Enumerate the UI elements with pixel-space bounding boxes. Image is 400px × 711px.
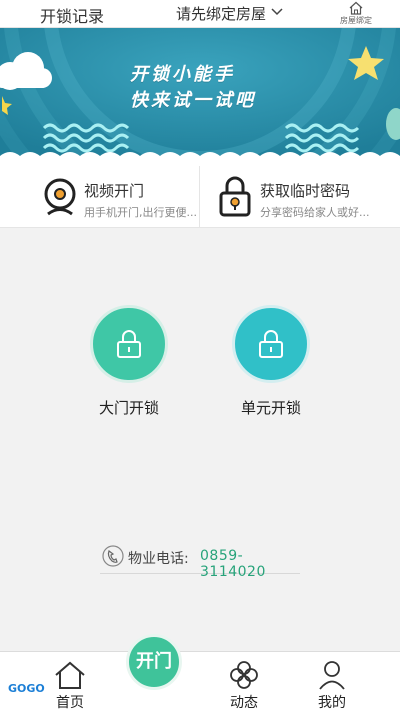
house-icon [349,1,363,15]
property-phone-label: 物业电话: [128,551,189,567]
video-door-subtitle: 用手机开门,出行更便... [84,206,197,219]
chevron-down-icon[interactable] [270,4,284,23]
temp-password-title: 获取临时密码 [260,182,351,200]
lock-icon [259,330,283,358]
main-gate-label: 大门开锁 [98,399,159,417]
nav-mine[interactable]: 我的 [302,652,362,711]
temp-password-subtitle: 分享密码给家人或好... [260,206,370,219]
watermark-logo: GOGO [6,682,47,695]
clover-icon [229,660,259,694]
unit-door-unlock[interactable]: 单元开锁 [231,305,311,418]
unit-door-unlock-button[interactable] [232,305,310,383]
video-door-button[interactable]: 视频开门 用手机开门,出行更便... [0,166,200,228]
banner-subtitle: 快来试一试吧 [130,90,256,111]
nav-dynamic-label: 动态 [230,695,258,711]
nav-dynamic[interactable]: 动态 [214,652,274,711]
video-door-title: 视频开门 [84,182,145,200]
lock-icon [117,330,141,358]
feature-row: 视频开门 用手机开门,出行更便... 获取临时密码 分享密码给家人或好... [0,166,400,228]
bind-house-selector[interactable]: 请先绑定房屋 [176,3,266,24]
camera-icon [42,177,78,221]
phone-icon [102,545,124,571]
property-phone-number[interactable]: 0859-3114020 [200,548,300,580]
main-gate-unlock-button[interactable] [90,305,168,383]
nav-home[interactable]: 首页 [40,652,100,711]
unit-door-label: 单元开锁 [240,399,301,417]
banner-title: 开锁小能手 [130,64,235,85]
house-bind-label: 房屋绑定 [340,16,372,25]
main-gate-unlock[interactable]: 大门开锁 [89,305,169,418]
temp-password-button[interactable]: 获取临时密码 分享密码给家人或好... [200,166,400,228]
padlock-icon [218,175,252,221]
bottom-nav: 首页 开门 动态 我的 [0,634,400,711]
nav-mine-label: 我的 [318,695,346,711]
nav-open-door[interactable]: 开门 [126,634,186,694]
unlock-records-link[interactable]: 开锁记录 [40,3,104,27]
nav-home-label: 首页 [56,695,84,711]
open-door-button[interactable]: 开门 [126,634,182,690]
top-bar: 开锁记录 请先绑定房屋 房屋绑定 [0,0,400,28]
promo-banner[interactable]: 开锁小能手 快来试一试吧 [0,28,400,166]
user-icon [318,660,346,694]
property-phone[interactable]: 物业电话: 0859-3114020 [100,544,300,580]
home-icon [53,660,87,694]
